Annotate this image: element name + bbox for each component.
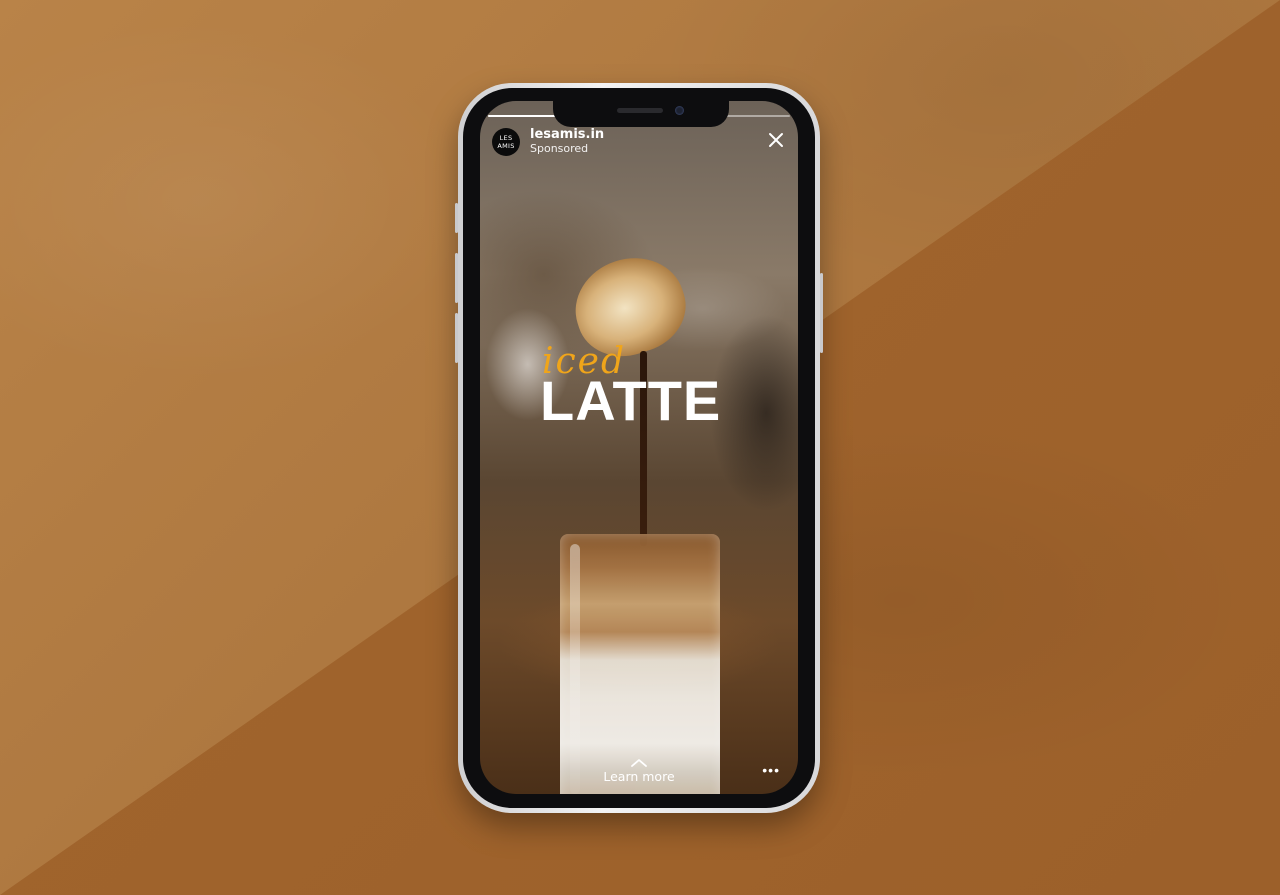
avatar-text-line2: AMIS bbox=[497, 142, 515, 150]
close-icon bbox=[769, 133, 783, 147]
phone-volume-down bbox=[455, 313, 458, 363]
headline-main-text: LATTE bbox=[540, 369, 722, 432]
account-avatar[interactable]: LES AMIS bbox=[492, 128, 520, 156]
learn-more-label: Learn more bbox=[603, 769, 675, 784]
speaker-grille bbox=[617, 108, 663, 113]
sponsored-label: Sponsored bbox=[530, 142, 589, 155]
phone-side-button bbox=[455, 203, 458, 233]
account-name[interactable]: lesamis.in bbox=[530, 127, 604, 142]
phone-notch bbox=[553, 101, 729, 127]
learn-more-button[interactable]: Learn more bbox=[480, 758, 798, 784]
chevron-up-icon bbox=[631, 759, 647, 767]
phone-frame: LES AMIS lesamis.in Sponsored iced LATTE… bbox=[455, 83, 823, 813]
avatar-text-line1: LES bbox=[499, 134, 513, 142]
phone-volume-up bbox=[455, 253, 458, 303]
front-camera bbox=[675, 106, 684, 115]
phone-power-button bbox=[820, 273, 823, 353]
latte-glass-image bbox=[560, 534, 720, 794]
more-options-icon[interactable]: ••• bbox=[762, 763, 780, 777]
close-button[interactable] bbox=[766, 130, 786, 150]
story-screen[interactable]: LES AMIS lesamis.in Sponsored iced LATTE… bbox=[480, 101, 798, 794]
